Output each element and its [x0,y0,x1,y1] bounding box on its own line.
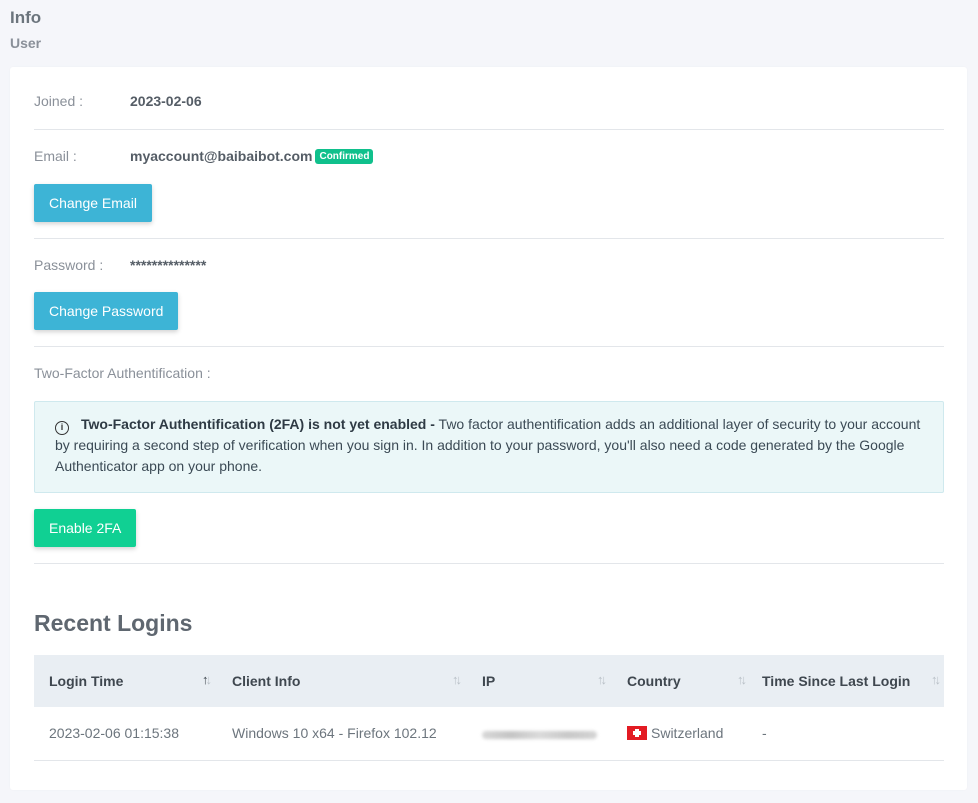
divider [34,238,944,239]
column-header-time-since-last-login[interactable]: Time Since Last Login ↑↓ [752,655,944,707]
email-label: Email : [34,148,77,164]
sort-arrows-icon[interactable]: ↑↓ [737,672,747,687]
account-card: Joined : 2023-02-06 Email : myaccount@ba… [10,67,967,790]
password-value: ************** [130,257,207,273]
tfa-label: Two-Factor Authentification : [34,365,211,381]
recent-logins-table: Login Time ↑↓ Client Info ↑↓ IP ↑↓ Count… [34,655,944,761]
cell-client-info: Windows 10 x64 - Firefox 102.12 [232,725,437,742]
info-circle-icon: i [55,421,69,435]
page-subtitle: User [10,35,42,51]
sort-arrows-icon[interactable]: ↑↓ [931,672,941,687]
email-value: myaccount@baibaibot.com Confirmed [130,148,374,164]
cell-ip [467,707,612,760]
joined-label: Joined : [34,93,84,109]
change-password-button[interactable]: Change Password [34,292,179,330]
tfa-alert: i Two-Factor Authentification (2FA) is no… [34,401,944,493]
confirmed-badge: Confirmed [315,149,374,164]
divider [34,129,944,130]
table-row: 2023-02-06 01:15:38 Windows 10 x64 - Fir… [34,707,944,760]
column-header-country[interactable]: Country ↑↓ [612,655,752,707]
flag-switzerland-icon [627,726,647,741]
redacted-ip [482,730,597,739]
change-email-button[interactable]: Change Email [34,184,152,222]
tfa-alert-title: Two-Factor Authentification (2FA) is not… [81,416,435,432]
joined-value: 2023-02-06 [130,93,202,109]
page-header: Info User [10,8,41,51]
column-header-client-info[interactable]: Client Info ↑↓ [217,655,467,707]
column-header-ip[interactable]: IP ↑↓ [467,655,612,707]
enable-2fa-button[interactable]: Enable 2FA [34,509,137,547]
divider [34,563,944,564]
table-header-row: Login Time ↑↓ Client Info ↑↓ IP ↑↓ Count… [34,655,944,707]
recent-logins-title: Recent Logins [34,610,193,636]
password-label: Password : [34,257,104,273]
column-header-login-time[interactable]: Login Time ↑↓ [34,655,217,707]
cell-time-since-last-login: - [762,725,767,742]
sort-arrows-icon[interactable]: ↑↓ [597,672,607,687]
sort-arrows-icon[interactable]: ↑↓ [202,672,212,687]
page-title: Info [10,8,42,27]
cell-login-time: 2023-02-06 01:15:38 [49,725,179,742]
cell-country: Switzerland [612,707,752,760]
sort-arrows-icon[interactable]: ↑↓ [452,672,462,687]
email-address: myaccount@baibaibot.com [130,148,313,164]
divider [34,346,944,347]
